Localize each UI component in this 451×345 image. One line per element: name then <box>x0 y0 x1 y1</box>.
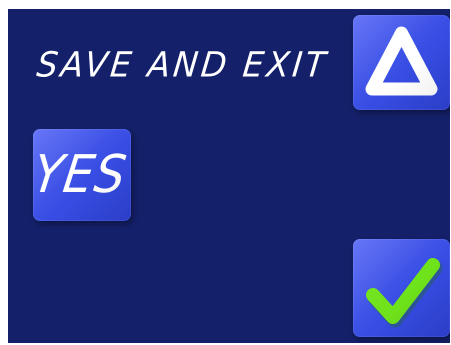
triangle-up-icon <box>365 26 438 96</box>
screen-title: SAVE AND EXIT <box>34 44 331 85</box>
display-screen: SAVE AND EXIT YES <box>8 9 450 343</box>
yes-button-label: YES <box>33 145 131 205</box>
up-button[interactable] <box>353 15 450 110</box>
yes-button[interactable]: YES <box>33 129 131 221</box>
check-icon <box>366 258 443 328</box>
confirm-button[interactable] <box>353 239 450 337</box>
